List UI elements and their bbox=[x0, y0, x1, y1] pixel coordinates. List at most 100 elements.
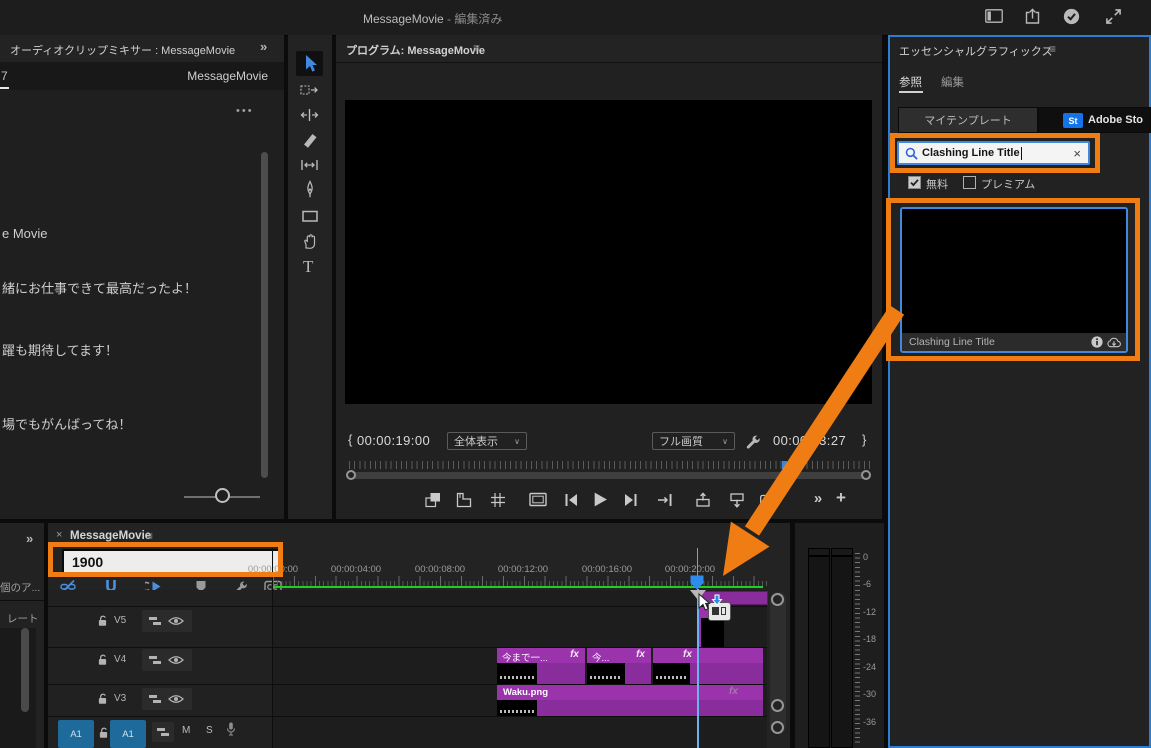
rectangle-tool-icon[interactable] bbox=[301, 207, 319, 225]
current-timecode[interactable]: 00:00:19:00 bbox=[357, 433, 430, 448]
program-panel-header[interactable]: プログラム: MessageMovie ≡ bbox=[336, 35, 882, 63]
extract-icon[interactable] bbox=[729, 492, 745, 508]
fx-badge[interactable]: fx bbox=[636, 649, 645, 660]
button-editor-icon[interactable]: + bbox=[836, 488, 846, 508]
ripple-edit-tool-icon[interactable] bbox=[300, 106, 319, 124]
track-name-v5[interactable]: V5 bbox=[114, 615, 126, 626]
mixer-scrollbar[interactable] bbox=[261, 152, 268, 478]
step-forward-icon[interactable] bbox=[623, 492, 639, 508]
pen-tool-icon[interactable] bbox=[301, 180, 319, 199]
more-buttons-icon[interactable]: » bbox=[814, 490, 822, 507]
mute-button[interactable]: M bbox=[182, 725, 190, 736]
type-tool-icon[interactable]: T bbox=[303, 257, 313, 277]
lock-icon[interactable] bbox=[98, 614, 107, 627]
vscroll-bottom-handle[interactable] bbox=[771, 721, 784, 734]
filter-free-label: 無料 bbox=[926, 179, 948, 191]
solo-button[interactable]: S bbox=[206, 725, 213, 736]
play-icon[interactable] bbox=[592, 491, 609, 508]
go-to-out-icon[interactable] bbox=[657, 492, 673, 508]
voiceover-mic-icon[interactable] bbox=[226, 722, 236, 736]
program-scrubber-ticks bbox=[349, 461, 871, 469]
maximize-icon[interactable] bbox=[1105, 8, 1122, 25]
sync-lock-icon[interactable] bbox=[156, 726, 170, 738]
workspace-icon[interactable] bbox=[985, 9, 1003, 23]
clip-v4-3[interactable]: fx bbox=[653, 648, 763, 684]
sync-ok-icon[interactable] bbox=[1063, 8, 1080, 25]
comparison-view-icon[interactable] bbox=[425, 492, 441, 508]
clip-v4-2[interactable]: 今... fx bbox=[587, 648, 651, 684]
output-monitor-icon[interactable] bbox=[529, 492, 547, 507]
eg-panel-menu-icon[interactable]: ≡ bbox=[1049, 42, 1056, 56]
timeline-tab-close-icon[interactable]: × bbox=[56, 529, 62, 541]
track-name-v4[interactable]: V4 bbox=[114, 654, 126, 665]
track-a1-badge[interactable]: A1 bbox=[110, 720, 146, 748]
scrubber-right-handle[interactable] bbox=[861, 470, 871, 480]
lock-icon[interactable] bbox=[98, 692, 107, 705]
timeline-vscroll-track[interactable] bbox=[770, 592, 786, 734]
clip-v4-1[interactable]: 今まで一... fx bbox=[497, 648, 585, 684]
sync-lock-icon[interactable] bbox=[148, 615, 162, 627]
meter-bar-right bbox=[831, 556, 853, 748]
playback-quality-select[interactable]: フル画質 ∨ bbox=[652, 432, 735, 450]
tab-browse[interactable]: 参照 bbox=[899, 74, 922, 90]
source-patch-a1-badge[interactable]: A1 bbox=[58, 720, 94, 748]
zoom-level-select[interactable]: 全体表示 ∨ bbox=[447, 432, 527, 450]
razor-tool-icon[interactable] bbox=[301, 131, 319, 149]
lock-icon[interactable] bbox=[98, 653, 107, 666]
row-divider bbox=[48, 716, 767, 717]
lock-icon[interactable] bbox=[99, 726, 108, 739]
mark-in-icon[interactable] bbox=[456, 492, 472, 508]
step-back-icon[interactable] bbox=[563, 492, 579, 508]
fx-badge[interactable]: fx bbox=[570, 649, 579, 660]
mixer-more-dots[interactable]: ••• bbox=[236, 105, 254, 117]
scrubber-left-handle[interactable] bbox=[346, 470, 356, 480]
track-output-eye-icon[interactable] bbox=[168, 694, 184, 704]
panel-menu-icon[interactable]: ≡ bbox=[473, 41, 480, 55]
checkbox-free[interactable] bbox=[908, 176, 921, 189]
project-panel-sliver: » 個のア... レート bbox=[0, 523, 44, 748]
mixer-zoom-slider-knob[interactable] bbox=[215, 488, 230, 503]
vscroll-mid-handle[interactable] bbox=[771, 699, 784, 712]
fx-badge[interactable]: fx bbox=[729, 686, 738, 697]
panel-collapse-chevron[interactable]: » bbox=[26, 531, 33, 546]
timeline-tab-menu-icon[interactable]: ≡ bbox=[146, 529, 153, 543]
settings-wrench-icon[interactable] bbox=[745, 433, 762, 450]
ruler-label: 00:00:08:00 bbox=[414, 564, 466, 575]
hand-tool-icon[interactable] bbox=[301, 232, 319, 250]
track-name-v3[interactable]: V3 bbox=[114, 693, 126, 704]
sync-lock-icon[interactable] bbox=[148, 693, 162, 705]
panel-menu-chevron-icon[interactable]: » bbox=[260, 39, 267, 54]
timeline-tab-title[interactable]: MessageMovie bbox=[70, 530, 151, 542]
edited-suffix: - 編集済み bbox=[447, 12, 503, 26]
ruler-label: 00:00:20:00 bbox=[664, 564, 716, 575]
slip-tool-icon[interactable] bbox=[300, 156, 319, 174]
clip-v3-waku[interactable]: Waku.png fx bbox=[497, 685, 763, 716]
clip-v5-dropped-thumbnail[interactable] bbox=[698, 618, 724, 647]
clip-label: Waku.png bbox=[503, 687, 549, 698]
fx-badge[interactable]: fx bbox=[683, 649, 692, 660]
project-scrollbar[interactable] bbox=[21, 628, 29, 712]
mixer-panel-header[interactable]: オーディオクリップミキサー : MessageMovie » bbox=[0, 35, 284, 63]
sync-lock-icon[interactable] bbox=[148, 654, 162, 666]
window-title: MessageMovie - 編集済み bbox=[363, 10, 502, 27]
segment-my-templates[interactable]: マイテンプレート bbox=[898, 107, 1038, 133]
mixer-message: 躍も期待してます！ bbox=[2, 343, 118, 358]
export-frame-icon[interactable] bbox=[760, 493, 778, 506]
quick-export-icon[interactable] bbox=[1024, 8, 1041, 25]
mixer-message: 場でもがんばってね！ bbox=[2, 417, 132, 432]
checkbox-premium[interactable] bbox=[963, 176, 976, 189]
playhead-line[interactable] bbox=[697, 589, 699, 748]
vscroll-top-handle[interactable] bbox=[771, 593, 784, 606]
track-output-eye-icon[interactable] bbox=[168, 616, 184, 626]
program-playhead-marker[interactable] bbox=[782, 461, 787, 469]
segment-adobe-stock[interactable]: St Adobe Sto bbox=[1038, 107, 1151, 133]
safe-margins-icon[interactable] bbox=[490, 492, 506, 508]
selection-tool-icon[interactable] bbox=[301, 54, 319, 73]
tab-edit[interactable]: 編集 bbox=[941, 74, 964, 90]
program-video-frame[interactable] bbox=[345, 100, 872, 404]
track-output-eye-icon[interactable] bbox=[168, 655, 184, 665]
program-scrubber-bar[interactable] bbox=[349, 472, 871, 479]
playhead-cap[interactable] bbox=[690, 575, 704, 590]
track-select-forward-tool-icon[interactable] bbox=[300, 81, 319, 99]
lift-icon[interactable] bbox=[695, 492, 711, 508]
